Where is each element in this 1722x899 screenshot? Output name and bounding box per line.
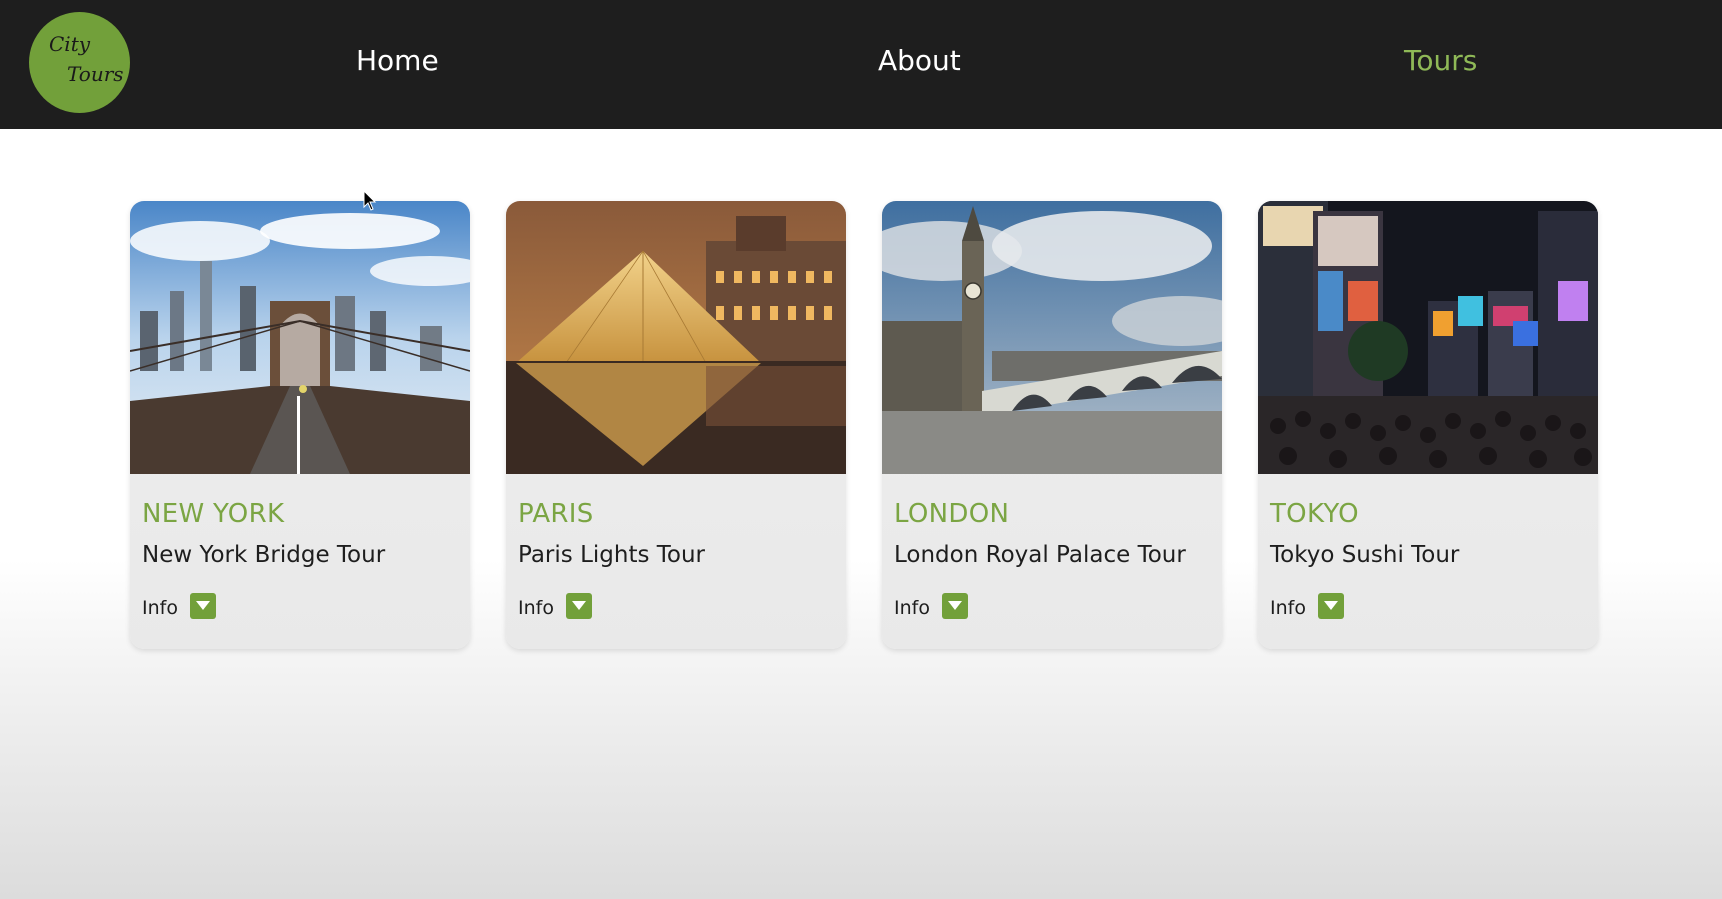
nav-home-link[interactable]: Home [356,44,439,77]
tour-card-london: LONDON London Royal Palace Tour Info [882,201,1222,649]
city-tours-logo[interactable]: City Tours [29,12,130,113]
nav-tours-link[interactable]: Tours [1404,44,1477,77]
info-label[interactable]: Info [1270,597,1306,619]
big-ben-westminster-image [882,201,1222,474]
dropdown-arrow-icon[interactable] [1318,593,1344,619]
tour-card-paris: PARIS Paris Lights Tour Info [506,201,846,649]
navbar: City Tours Home About Tours [0,0,1722,129]
shibuya-crossing-image [1258,201,1598,474]
louvre-pyramid-image [506,201,846,474]
dropdown-arrow-icon[interactable] [942,593,968,619]
tour-card-tokyo: TOKYO Tokyo Sushi Tour Info [1258,201,1598,649]
dropdown-arrow-icon[interactable] [566,593,592,619]
brooklyn-bridge-image [130,201,470,474]
tour-city: NEW YORK [142,499,285,529]
dropdown-arrow-icon[interactable] [190,593,216,619]
tour-name: Paris Lights Tour [518,542,706,568]
logo-text-line2: Tours [67,62,124,86]
nav-about-link[interactable]: About [878,44,961,77]
info-label[interactable]: Info [142,597,178,619]
tour-name: Tokyo Sushi Tour [1270,542,1460,568]
tour-card-new-york: NEW YORK New York Bridge Tour Info [130,201,470,649]
tour-city: TOKYO [1270,499,1359,529]
info-label[interactable]: Info [894,597,930,619]
tour-city: PARIS [518,499,594,529]
tour-name: London Royal Palace Tour [894,542,1186,568]
logo-text-line1: City [49,32,91,56]
tour-city: LONDON [894,499,1010,529]
info-label[interactable]: Info [518,597,554,619]
tour-name: New York Bridge Tour [142,542,386,568]
mouse-cursor-icon [363,190,377,211]
